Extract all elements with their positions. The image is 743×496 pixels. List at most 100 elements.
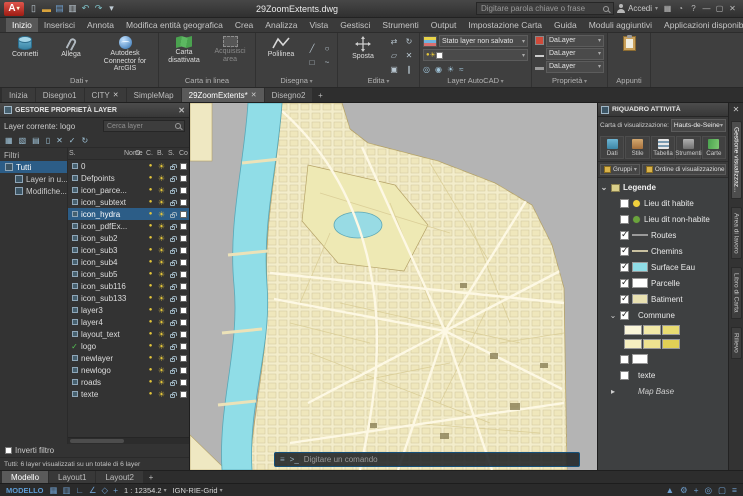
linetype-dropdown[interactable]: DaLayer (546, 48, 604, 60)
side-tab[interactable]: Rilievo (731, 327, 742, 359)
open-file-icon[interactable]: ▬ (40, 2, 53, 15)
map-canvas[interactable] (190, 103, 597, 470)
layer-search-field[interactable]: Cerca layer (103, 120, 185, 132)
layer-freeze-icon[interactable] (156, 330, 167, 339)
layer-row[interactable]: layer4 (68, 316, 189, 328)
layer-color-icon[interactable] (178, 367, 189, 374)
layer-on-icon[interactable] (145, 187, 156, 193)
legend-checkbox[interactable] (620, 371, 629, 380)
legend-checkbox[interactable] (620, 263, 629, 272)
legend-item[interactable]: Commune (600, 307, 728, 323)
new-group-filter-icon[interactable]: ▧ (19, 136, 27, 145)
column-header[interactable]: O. (134, 150, 145, 157)
layer-freeze-icon[interactable] (156, 378, 167, 387)
help-icon[interactable]: ? (687, 2, 700, 15)
legend-item[interactable]: Surface Eau (600, 259, 728, 275)
layer-freeze-icon[interactable] (156, 258, 167, 267)
layer-on-icon[interactable] (145, 271, 156, 277)
layer-lock-icon[interactable] (167, 379, 178, 386)
app-store-icon[interactable]: ▦ (661, 2, 674, 15)
legend-item[interactable]: Batiment (600, 291, 728, 307)
tab-tabella[interactable]: Tabella (651, 136, 675, 159)
draw-order-button[interactable]: Ordine di visualizzazione (642, 164, 726, 175)
layer-freeze-icon[interactable] (156, 186, 167, 195)
draw-rectangle-icon[interactable]: □ (305, 56, 319, 69)
layer-lock-icon[interactable] (167, 295, 178, 302)
filter-tree-item[interactable]: Modifiche... (0, 185, 67, 197)
tab-stile[interactable]: Stile (625, 136, 649, 159)
redo-icon[interactable]: ↷ (92, 2, 105, 15)
customize-icon[interactable]: ≡ (732, 485, 737, 496)
map-off-button[interactable]: Carta disattivata (162, 34, 206, 76)
layer-color-icon[interactable] (178, 175, 189, 182)
command-input[interactable]: Digitare un comando (304, 455, 378, 464)
layer-freeze-icon[interactable] (156, 210, 167, 219)
ribbon-tab[interactable]: Applicazioni disponibili (658, 18, 743, 32)
layer-freeze-tool-icon[interactable]: ☀ (447, 65, 454, 74)
osnap-icon[interactable]: ◇ (102, 485, 109, 496)
set-current-icon[interactable]: ✓ (69, 136, 76, 145)
document-tab[interactable]: 29ZoomExtents* ✕ (182, 88, 264, 102)
layer-isolate-icon[interactable]: ◎ (423, 65, 430, 74)
invert-filter-checkbox[interactable] (5, 447, 12, 454)
sign-in-button[interactable]: Accedi (617, 4, 658, 13)
tab-close-icon[interactable]: ✕ (251, 91, 257, 99)
layer-on-icon[interactable] (145, 247, 156, 253)
item-expand-icon[interactable] (609, 387, 617, 396)
layout-tab[interactable]: Layout1 (49, 471, 95, 483)
layer-on-icon[interactable] (145, 259, 156, 265)
panel-label-dati[interactable]: Dati (3, 76, 155, 87)
layer-row[interactable]: icon_hydra (68, 208, 189, 220)
layer-lock-icon[interactable] (167, 355, 178, 362)
layer-lock-icon[interactable] (167, 319, 178, 326)
layer-lock-icon[interactable] (167, 163, 178, 170)
layer-row[interactable]: newlayer (68, 352, 189, 364)
notifications-icon[interactable]: ◔ (674, 2, 687, 15)
undo-icon[interactable]: ↶ (79, 2, 92, 15)
layer-lock-icon[interactable] (167, 259, 178, 266)
panel-label-edita[interactable]: Edita (341, 76, 416, 87)
new-property-filter-icon[interactable]: ▦ (5, 136, 13, 145)
side-tab[interactable]: Gestione visualizzaz... (731, 121, 742, 199)
snap-icon[interactable]: ▥ (63, 485, 71, 496)
legend-item[interactable]: Parcelle (600, 275, 728, 291)
legend-item[interactable]: Chemins (600, 243, 728, 259)
layout-tab[interactable]: Modello (2, 471, 48, 483)
layer-color-icon[interactable] (178, 331, 189, 338)
column-header[interactable]: B. (156, 150, 167, 157)
legend-checkbox[interactable] (620, 279, 629, 288)
annotation-monitor-icon[interactable]: + (694, 485, 699, 496)
layer-on-icon[interactable] (145, 235, 156, 241)
grid-icon[interactable]: ▦ (50, 485, 58, 496)
document-tab[interactable]: CITY ✕ (85, 88, 126, 102)
copy-icon[interactable]: ⇄ (387, 35, 401, 48)
side-tab[interactable]: Libro di Carta (731, 267, 742, 319)
layer-color-icon[interactable] (178, 379, 189, 386)
offset-icon[interactable]: ∥ (402, 63, 416, 76)
layer-on-icon[interactable] (145, 355, 156, 361)
layer-row[interactable]: layout_text (68, 328, 189, 340)
layer-on-icon[interactable] (145, 223, 156, 229)
layer-color-icon[interactable] (178, 187, 189, 194)
panel-label-disegna[interactable]: Disegna (259, 76, 334, 87)
tab-carte[interactable]: Carte (702, 136, 726, 159)
layer-color-icon[interactable] (178, 343, 189, 350)
layer-lock-icon[interactable] (167, 331, 178, 338)
layer-on-icon[interactable] (145, 295, 156, 301)
layer-row[interactable]: icon_subtext (68, 196, 189, 208)
layer-color-icon[interactable] (178, 319, 189, 326)
stretch-icon[interactable]: ▣ (387, 63, 401, 76)
layer-on-icon[interactable] (145, 283, 156, 289)
polyline-button[interactable]: Polilinea (259, 34, 303, 76)
layer-freeze-icon[interactable] (156, 366, 167, 375)
layer-on-icon[interactable] (145, 367, 156, 373)
minimize-icon[interactable]: — (700, 2, 713, 15)
layer-lock-icon[interactable] (167, 307, 178, 314)
space-toggle[interactable]: MODELLO (6, 486, 44, 495)
lineweight-dropdown[interactable]: DaLayer (546, 61, 604, 73)
item-expand-icon[interactable] (609, 311, 617, 320)
layer-row[interactable]: icon_sub2 (68, 232, 189, 244)
close-icon[interactable]: ✕ (726, 2, 739, 15)
ribbon-tab[interactable]: Guida (548, 18, 583, 32)
refresh-icon[interactable]: ↻ (82, 136, 89, 145)
